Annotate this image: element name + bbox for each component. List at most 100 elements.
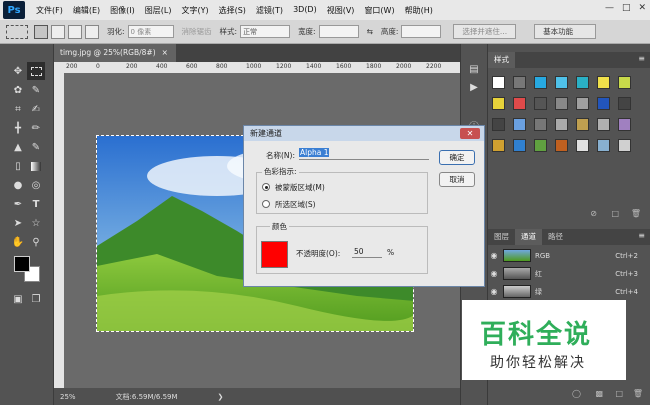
menu-item-4[interactable]: 文字(Y) (176, 5, 213, 16)
panel-menu-icon[interactable]: ≡ (638, 54, 645, 63)
select-and-mask-button[interactable]: 选择并遮住... (453, 24, 517, 39)
cancel-button[interactable]: 取消 (439, 172, 475, 187)
style-swatch[interactable] (597, 76, 610, 89)
menu-item-9[interactable]: 窗口(W) (359, 5, 399, 16)
menu-item-6[interactable]: 滤镜(T) (251, 5, 288, 16)
style-swatch[interactable] (534, 118, 547, 131)
menu-item-3[interactable]: 图层(L) (140, 5, 177, 16)
style-swatch[interactable] (597, 97, 610, 110)
channel-row[interactable]: ◉ 绿 Ctrl+4 (488, 283, 638, 300)
channel-name-input[interactable]: Alpha 1 (299, 148, 429, 160)
brush-tool-icon[interactable]: ✏ (27, 119, 45, 137)
hand-tool-icon[interactable]: ✋ (9, 233, 27, 251)
save-selection-icon[interactable]: ▩ (595, 389, 603, 398)
tab-layers[interactable]: 图层 (488, 229, 515, 245)
quick-mask-icon[interactable]: ▣ (9, 290, 27, 308)
history-brush-icon[interactable]: ✎ (27, 138, 45, 156)
menu-item-10[interactable]: 帮助(H) (400, 5, 438, 16)
style-none-swatch[interactable] (492, 76, 505, 89)
tab-channels[interactable]: 通道 (515, 229, 542, 245)
marquee-preset-icon[interactable] (6, 24, 28, 39)
style-swatch[interactable] (513, 76, 526, 89)
marquee-tool-icon[interactable] (27, 62, 45, 80)
new-selection-button[interactable] (34, 24, 48, 39)
menu-item-2[interactable]: 图像(I) (105, 5, 140, 16)
swap-icon[interactable]: ⇆ (367, 27, 373, 36)
style-select[interactable]: 正常 (240, 25, 291, 38)
style-swatch[interactable] (597, 139, 610, 152)
no-style-icon[interactable]: ⊘ (590, 209, 597, 218)
style-swatch[interactable] (555, 118, 568, 131)
antialias-checkbox[interactable]: 消除锯齿 (182, 26, 212, 37)
gradient-tool-icon[interactable] (27, 157, 45, 175)
style-swatch[interactable] (492, 97, 505, 110)
screen-mode-icon[interactable]: ❐ (27, 290, 45, 308)
new-channel-icon[interactable]: □ (615, 389, 623, 398)
delete-style-icon[interactable]: 🗑 (631, 209, 641, 218)
style-swatch[interactable] (513, 118, 526, 131)
eraser-tool-icon[interactable]: ▯ (9, 157, 27, 175)
shape-tool-icon[interactable]: ☆ (27, 214, 45, 232)
style-swatch[interactable] (534, 76, 547, 89)
dodge-tool-icon[interactable]: ◎ (27, 176, 45, 194)
eyedropper-tool-icon[interactable]: ✍ (27, 100, 45, 118)
style-swatch[interactable] (618, 97, 631, 110)
actions-panel-icon[interactable]: ▶ (465, 78, 483, 96)
height-input[interactable] (401, 25, 442, 38)
channel-row[interactable]: ◉ RGB Ctrl+2 (488, 247, 638, 264)
path-select-icon[interactable]: ➤ (9, 214, 27, 232)
blur-tool-icon[interactable]: ● (9, 176, 27, 194)
style-swatch[interactable] (576, 118, 589, 131)
masked-areas-label[interactable]: 被蒙版区域(M) (275, 182, 325, 193)
move-tool-icon[interactable]: ✥ (9, 62, 27, 80)
visibility-eye-icon[interactable]: ◉ (488, 287, 500, 296)
tab-paths[interactable]: 路径 (542, 229, 569, 245)
document-tab[interactable]: timg.jpg @ 25%(RGB/8#) × (54, 44, 176, 62)
tab-close-icon[interactable]: × (162, 44, 168, 62)
foreground-color-swatch[interactable] (14, 256, 30, 272)
style-swatch[interactable] (555, 97, 568, 110)
style-swatch[interactable] (492, 118, 505, 131)
selected-areas-radio[interactable] (262, 200, 270, 208)
pen-tool-icon[interactable]: ✒ (9, 195, 27, 213)
style-swatch[interactable] (513, 97, 526, 110)
ok-button[interactable]: 确定 (439, 150, 475, 165)
style-swatch[interactable] (618, 118, 631, 131)
style-swatch[interactable] (513, 139, 526, 152)
zoom-tool-icon[interactable]: ⚲ (27, 233, 45, 251)
menu-item-1[interactable]: 编辑(E) (68, 5, 105, 16)
selected-areas-label[interactable]: 所选区域(S) (275, 199, 316, 210)
close-icon[interactable]: ✕ (638, 3, 646, 13)
visibility-eye-icon[interactable]: ◉ (488, 269, 500, 278)
minimize-icon[interactable]: — (605, 3, 614, 13)
menu-item-8[interactable]: 视图(V) (322, 5, 360, 16)
feather-input[interactable]: 0 像素 (127, 25, 174, 38)
color-swatch[interactable] (261, 241, 288, 268)
maximize-icon[interactable]: □ (622, 3, 631, 13)
clone-stamp-icon[interactable]: ▲ (9, 138, 27, 156)
delete-channel-icon[interactable]: 🗑 (633, 389, 643, 398)
style-swatch[interactable] (534, 139, 547, 152)
quick-select-tool-icon[interactable]: ✎ (27, 81, 45, 99)
style-swatch[interactable] (597, 118, 610, 131)
dialog-close-button[interactable]: ✕ (460, 128, 480, 139)
healing-brush-icon[interactable]: ╋ (9, 119, 27, 137)
zoom-level[interactable]: 25% (60, 393, 76, 401)
style-swatch[interactable] (576, 76, 589, 89)
subtract-selection-button[interactable] (68, 24, 82, 39)
menu-item-7[interactable]: 3D(D) (288, 5, 322, 16)
menu-item-5[interactable]: 选择(S) (214, 5, 251, 16)
status-menu-arrow-icon[interactable]: ❯ (218, 393, 224, 401)
opacity-input[interactable]: 50 (352, 247, 382, 258)
style-swatch[interactable] (555, 76, 568, 89)
new-style-icon[interactable]: □ (611, 209, 619, 218)
style-swatch[interactable] (618, 76, 631, 89)
menu-item-0[interactable]: 文件(F) (31, 5, 68, 16)
intersect-selection-button[interactable] (85, 24, 99, 39)
lasso-tool-icon[interactable]: ✿ (9, 81, 27, 99)
workspace-select[interactable]: 基本功能 (534, 24, 597, 39)
load-selection-icon[interactable]: ◯ (572, 389, 581, 398)
visibility-eye-icon[interactable]: ◉ (488, 251, 500, 260)
crop-tool-icon[interactable]: ⌗ (9, 100, 27, 118)
style-swatch[interactable] (576, 139, 589, 152)
